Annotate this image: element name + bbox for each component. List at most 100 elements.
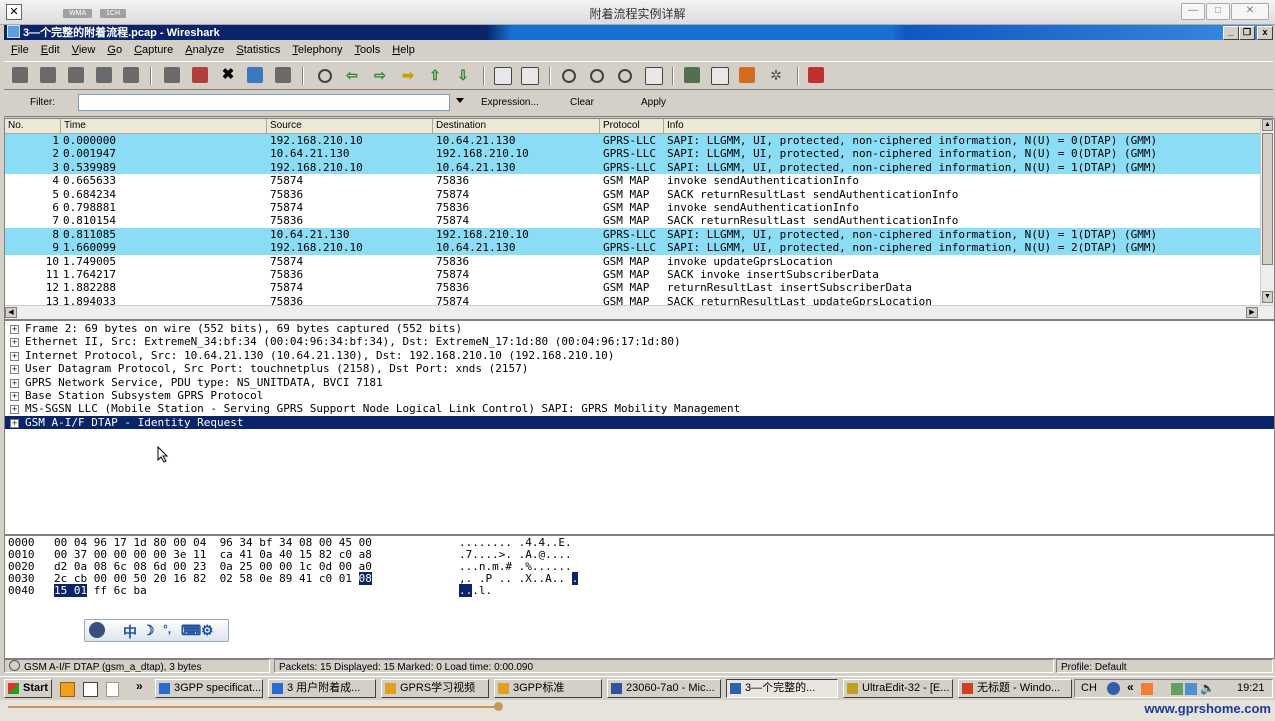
menu-analyze[interactable]: Analyze — [178, 41, 229, 56]
packet-row[interactable]: 1 0.000000 192.168.210.10 10.64.21.130 GPRS-… — [5, 134, 1261, 148]
detail-tree-row[interactable]: + GPRS Network Service, PDU type: NS_UNIT… — [5, 376, 1274, 389]
scroll-right-icon[interactable]: ▶ — [1246, 307, 1258, 318]
save-file-icon[interactable] — [192, 67, 208, 83]
reload-icon[interactable] — [247, 67, 263, 83]
ime-logo-icon[interactable] — [89, 622, 105, 638]
close-icon[interactable]: ✕ — [1231, 3, 1269, 20]
menu-capture[interactable]: Capture — [127, 41, 178, 56]
menu-statistics[interactable]: Statistics — [229, 41, 285, 56]
taskbar-button[interactable]: 3 用户附着成... — [268, 679, 376, 698]
detail-tree-row[interactable]: + Internet Protocol, Src: 10.64.21.130 (1… — [5, 349, 1274, 362]
display-filters-icon[interactable] — [711, 67, 729, 85]
quicklaunch-icon[interactable] — [60, 682, 75, 697]
expression-button[interactable]: Expression... — [481, 97, 539, 108]
scroll-thumb[interactable] — [1262, 133, 1273, 265]
go-to-packet-icon[interactable]: ➡ — [400, 67, 416, 83]
packet-row[interactable]: 4 0.665633 75874 75836 GSM MAP invoke sendAut… — [5, 174, 1261, 187]
expand-icon[interactable]: + — [10, 365, 19, 375]
taskbar-button[interactable]: 3GPP specificat... — [155, 679, 263, 698]
menu-telephony[interactable]: Telephony — [285, 41, 347, 56]
detail-tree-row[interactable]: + Frame 2: 69 bytes on wire (552 bits), 6… — [5, 322, 1274, 335]
start-capture-icon[interactable] — [68, 67, 84, 83]
column-header-info[interactable]: Info — [664, 119, 1261, 133]
taskbar-button[interactable]: GPRS学习视频 — [381, 679, 489, 698]
column-header-no[interactable]: No. — [5, 119, 61, 133]
colorize-icon[interactable] — [494, 67, 512, 85]
close-icon[interactable]: x — [1257, 26, 1273, 40]
detail-tree-row[interactable]: + GSM A-I/F DTAP - Identity Request — [5, 415, 1274, 430]
packet-row[interactable]: 8 0.811085 10.64.21.130 192.168.210.10 GPRS-… — [5, 227, 1261, 242]
column-header-protocol[interactable]: Protocol — [600, 119, 664, 133]
taskbar-button[interactable]: 3—个完整的... — [726, 679, 838, 698]
close-file-icon[interactable]: ✖ — [220, 67, 236, 83]
auto-scroll-icon[interactable] — [521, 67, 539, 85]
detail-tree-row[interactable]: + User Datagram Protocol, Src Port: touch… — [5, 362, 1274, 375]
ime-settings-icon[interactable]: ⚙ — [201, 622, 214, 639]
tray-expand-icon[interactable]: « — [1127, 680, 1134, 694]
column-header-source[interactable]: Source — [267, 119, 433, 133]
tray-icon[interactable] — [1185, 683, 1197, 695]
status-profile[interactable]: Profile: Default — [1056, 659, 1273, 673]
expand-icon[interactable]: + — [10, 351, 19, 361]
open-file-icon[interactable] — [164, 67, 180, 83]
detail-tree-row[interactable]: + Base Station Subsystem GPRS Protocol — [5, 389, 1274, 402]
menu-go[interactable]: Go — [100, 41, 127, 56]
last-packet-icon[interactable]: ⇩ — [455, 67, 471, 83]
find-packet-icon[interactable] — [318, 69, 332, 83]
menu-help[interactable]: Help — [385, 41, 420, 56]
go-forward-icon[interactable]: ⇨ — [372, 67, 388, 83]
packet-row[interactable]: 10 1.749005 75874 75836 GSM MAP invoke update… — [5, 255, 1261, 268]
packet-list-vscrollbar[interactable]: ▲ ▼ — [1260, 119, 1274, 305]
zoom-in-icon[interactable] — [562, 69, 576, 83]
quicklaunch-icon[interactable] — [83, 682, 98, 697]
taskbar-button[interactable]: UltraEdit-32 - [E... — [843, 679, 953, 698]
menu-file[interactable]: File — [4, 41, 34, 56]
expand-icon[interactable]: + — [10, 325, 19, 334]
packet-row[interactable]: 12 1.882288 75874 75836 GSM MAP returnResultL… — [5, 281, 1261, 294]
quicklaunch-icon[interactable] — [106, 682, 119, 697]
capture-filters-icon[interactable] — [684, 67, 700, 83]
menu-view[interactable]: View — [65, 41, 101, 56]
expand-icon[interactable]: + — [10, 405, 19, 415]
resize-columns-icon[interactable] — [645, 67, 663, 85]
hex-row[interactable]: 0040 15 01 ff 6c ba ...l. — [8, 584, 492, 597]
help-icon[interactable] — [808, 67, 824, 83]
ime-chinese-icon[interactable]: 中 — [123, 622, 137, 642]
column-header-destination[interactable]: Destination — [433, 119, 600, 133]
capture-options-icon[interactable] — [40, 67, 56, 83]
expand-icon[interactable]: + — [10, 418, 19, 428]
packet-row[interactable]: 5 0.684234 75836 75874 GSM MAP SACK returnRes… — [5, 188, 1261, 201]
maximize-icon[interactable]: □ — [1206, 3, 1230, 20]
restore-icon[interactable]: ❐ — [1239, 26, 1255, 40]
zoom-normal-icon[interactable] — [618, 69, 632, 83]
first-packet-icon[interactable]: ⇧ — [427, 67, 443, 83]
packet-row[interactable]: 9 1.660099 192.168.210.10 10.64.21.130 GPRS-… — [5, 241, 1261, 255]
ime-toolbar[interactable]: 中 ☽ °, ⌨ ⚙ — [84, 619, 229, 642]
quicklaunch-more-icon[interactable]: » — [136, 679, 143, 693]
expert-info-icon[interactable] — [9, 660, 20, 671]
ime-keyboard-icon[interactable]: ⌨ — [181, 622, 201, 639]
taskbar-button[interactable]: 3GPP标准 — [494, 679, 602, 698]
scroll-left-icon[interactable]: ◀ — [5, 307, 17, 318]
ime-moon-icon[interactable]: ☽ — [142, 622, 155, 639]
menu-edit[interactable]: Edit — [34, 41, 65, 56]
filter-dropdown-icon[interactable] — [456, 98, 464, 103]
filter-input[interactable] — [78, 94, 450, 111]
packet-row[interactable]: 2 0.001947 10.64.21.130 192.168.210.10 GPRS-… — [5, 147, 1261, 161]
tray-icon[interactable] — [1171, 683, 1183, 695]
preferences-icon[interactable]: ✲ — [768, 67, 784, 83]
scroll-down-icon[interactable]: ▼ — [1262, 291, 1273, 303]
go-back-icon[interactable]: ⇦ — [344, 67, 360, 83]
packet-row[interactable]: 7 0.810154 75836 75874 GSM MAP SACK returnRes… — [5, 214, 1261, 227]
zoom-out-icon[interactable] — [590, 69, 604, 83]
coloring-rules-icon[interactable] — [739, 67, 755, 83]
expand-icon[interactable]: + — [10, 392, 19, 401]
menu-tools[interactable]: Tools — [348, 41, 386, 56]
packet-list-hscrollbar[interactable]: ◀ ▶ — [5, 305, 1274, 319]
detail-tree-row[interactable]: + Ethernet II, Src: ExtremeN_34:bf:34 (00… — [5, 335, 1274, 348]
clear-button[interactable]: Clear — [570, 97, 594, 108]
tray-icon[interactable] — [1107, 682, 1120, 695]
minimize-icon[interactable]: — — [1181, 3, 1205, 20]
volume-icon[interactable]: 🔈 — [1200, 681, 1215, 695]
tray-icon[interactable] — [1141, 683, 1153, 695]
